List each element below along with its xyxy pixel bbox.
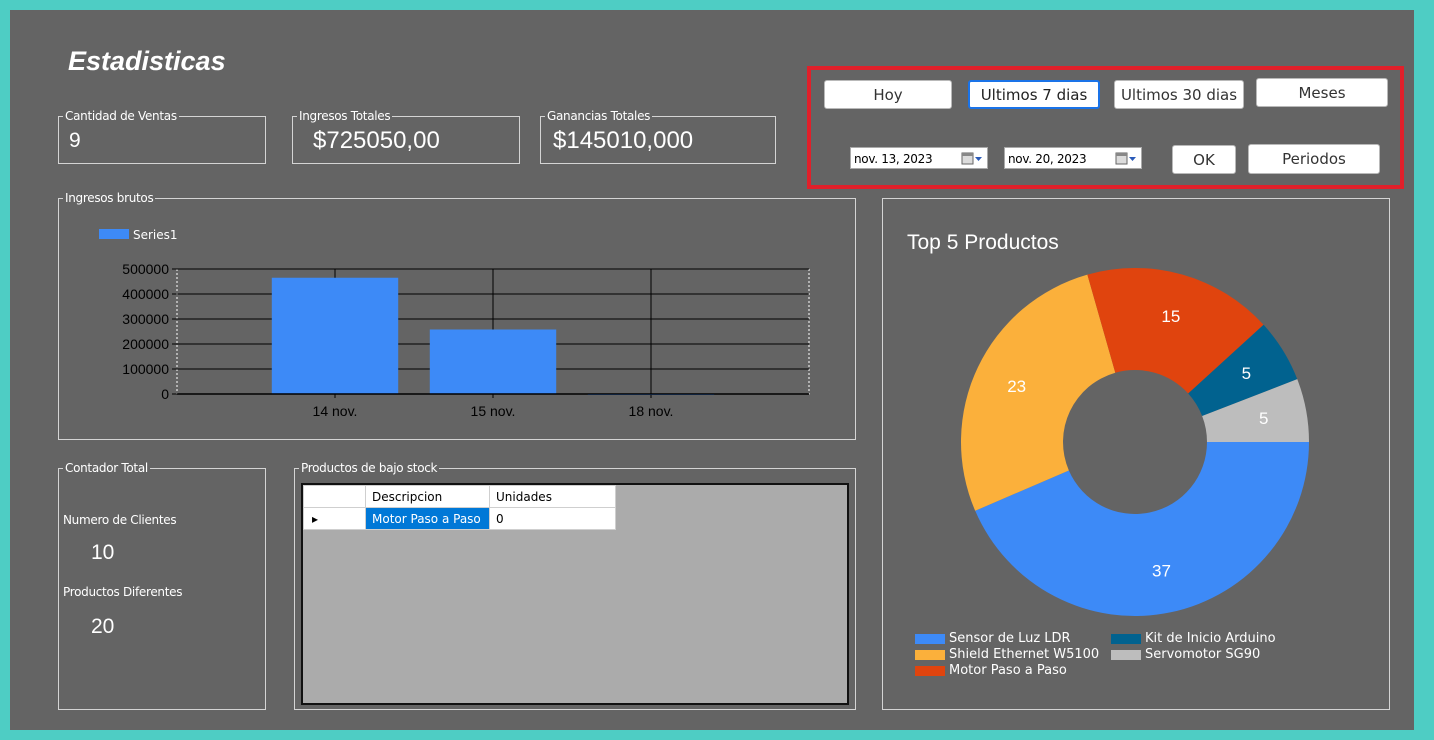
legend-item: Kit de Inicio Arduino bbox=[1111, 631, 1276, 646]
slice-value-label: 37 bbox=[1152, 561, 1171, 580]
ganancias-group: Ganancias Totales $145010,000 bbox=[540, 109, 776, 164]
ventas-label: Cantidad de Ventas bbox=[63, 109, 179, 123]
legend-label: Shield Ethernet W5100 bbox=[949, 647, 1100, 662]
legend-item: Shield Ethernet W5100 bbox=[915, 647, 1099, 662]
column-header[interactable]: Descripcion bbox=[365, 485, 490, 508]
legend-swatch bbox=[915, 649, 945, 660]
pie-slice bbox=[961, 274, 1116, 511]
ingresos-label: Ingresos Totales bbox=[297, 109, 393, 123]
ganancias-label: Ganancias Totales bbox=[545, 109, 653, 123]
x-tick-label: 14 nov. bbox=[313, 403, 358, 419]
table-row[interactable]: ▸ Motor Paso a Paso 0 bbox=[303, 507, 616, 530]
legend-label: Servomotor SG90 bbox=[1145, 647, 1261, 662]
date-from-value: nov. 13, 2023 bbox=[854, 152, 933, 166]
contador-total-label: Contador Total bbox=[63, 461, 150, 475]
legend-label: Motor Paso a Paso bbox=[949, 663, 1067, 678]
date-to-picker[interactable]: nov. 20, 2023 bbox=[1004, 147, 1142, 169]
bar bbox=[429, 329, 557, 394]
legend-swatch bbox=[1111, 649, 1141, 660]
calendar-dropdown-icon[interactable] bbox=[1115, 151, 1137, 166]
slice-value-label: 5 bbox=[1242, 364, 1251, 383]
estadisticas-form: Estadisticas Cantidad de Ventas 9 Ingres… bbox=[10, 10, 1414, 730]
clientes-label: Numero de Clientes bbox=[63, 513, 177, 527]
bajo-stock-group: Productos de bajo stock Descripcion Unid… bbox=[294, 461, 856, 710]
slice-value-label: 23 bbox=[1007, 377, 1026, 396]
legend-swatch bbox=[99, 229, 129, 239]
ventas-group: Cantidad de Ventas 9 bbox=[58, 109, 266, 164]
periodos-button[interactable]: Periodos bbox=[1248, 144, 1380, 174]
legend-item: Servomotor SG90 bbox=[1111, 647, 1260, 662]
ganancias-value: $145010,000 bbox=[553, 127, 694, 154]
slice-value-label: 15 bbox=[1161, 307, 1180, 326]
bar bbox=[271, 277, 399, 394]
table-cell[interactable]: 0 bbox=[489, 507, 616, 530]
slice-value-label: 5 bbox=[1259, 409, 1268, 428]
ingresos-value: $725050,00 bbox=[313, 127, 440, 154]
ultimos-30-dias-button[interactable]: Ultimos 30 dias bbox=[1114, 80, 1244, 109]
table-cell[interactable]: Motor Paso a Paso bbox=[365, 507, 490, 530]
hoy-button[interactable]: Hoy bbox=[824, 80, 952, 109]
stock-grid[interactable]: Descripcion Unidades ▸ Motor Paso a Paso… bbox=[301, 483, 849, 705]
ingresos-group: Ingresos Totales $725050,00 bbox=[292, 109, 520, 164]
stock-table: Descripcion Unidades ▸ Motor Paso a Paso… bbox=[303, 485, 616, 530]
meses-button[interactable]: Meses bbox=[1256, 78, 1388, 107]
productos-label: Productos Diferentes bbox=[63, 585, 183, 599]
legend-swatch bbox=[1111, 633, 1141, 644]
productos-value: 20 bbox=[91, 615, 115, 638]
legend-label: Series1 bbox=[133, 228, 178, 242]
legend-label: Kit de Inicio Arduino bbox=[1145, 631, 1276, 646]
y-tick-label: 200000 bbox=[122, 336, 169, 352]
row-header-corner bbox=[303, 485, 366, 508]
legend-swatch bbox=[915, 665, 945, 676]
legend-swatch bbox=[915, 633, 945, 644]
y-tick-label: 400000 bbox=[122, 286, 169, 302]
clientes-value: 10 bbox=[91, 541, 115, 564]
top-productos-panel: Top 5 Productos 37 23 15 5 5 Sensor de Luz L… bbox=[882, 198, 1390, 710]
y-tick-label: 100000 bbox=[122, 361, 169, 377]
legend-item: Sensor de Luz LDR bbox=[915, 631, 1071, 646]
bar-chart: Series1 0 100000 200000 300000 400000 500000 14… bbox=[99, 228, 810, 419]
y-tick-label: 500000 bbox=[122, 261, 169, 277]
ok-button[interactable]: OK bbox=[1172, 145, 1236, 174]
bajo-stock-label: Productos de bajo stock bbox=[299, 461, 440, 475]
contador-total-group: Contador Total Numero de Clientes 10 Pro… bbox=[58, 461, 266, 710]
date-from-picker[interactable]: nov. 13, 2023 bbox=[850, 147, 988, 169]
page-title: Estadisticas bbox=[68, 46, 226, 76]
calendar-dropdown-icon[interactable] bbox=[961, 151, 983, 166]
ventas-value: 9 bbox=[69, 129, 81, 152]
y-tick-label: 0 bbox=[161, 386, 169, 402]
y-tick-label: 300000 bbox=[122, 311, 169, 327]
row-pointer-icon: ▸ bbox=[303, 507, 366, 530]
x-tick-label: 15 nov. bbox=[471, 403, 516, 419]
date-to-value: nov. 20, 2023 bbox=[1008, 152, 1087, 166]
ingresos-brutos-group: Ingresos brutos Series1 0 100000 200000 3000… bbox=[58, 191, 856, 440]
x-tick-label: 18 nov. bbox=[629, 403, 674, 419]
ultimos-7-dias-button[interactable]: Ultimos 7 dias bbox=[968, 80, 1100, 109]
legend-item: Motor Paso a Paso bbox=[915, 663, 1067, 678]
table-header-row: Descripcion Unidades bbox=[303, 485, 616, 508]
column-header[interactable]: Unidades bbox=[489, 485, 616, 508]
legend-label: Sensor de Luz LDR bbox=[949, 631, 1071, 646]
